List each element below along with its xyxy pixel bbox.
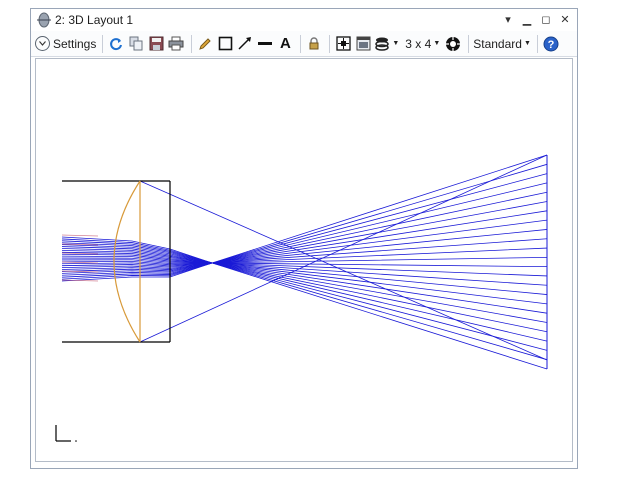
entrance-ray-0 bbox=[61, 234, 99, 237]
ray-path-marginal-bottom bbox=[139, 154, 548, 343]
minimize-icon[interactable]: ▁ bbox=[519, 11, 535, 27]
arrow-icon[interactable] bbox=[236, 35, 254, 53]
toolbar: Settings A ▼ 3 x 4 ▼ Standard ▼ ? bbox=[31, 31, 577, 57]
toolbar-divider bbox=[191, 34, 193, 53]
svg-text:?: ? bbox=[548, 39, 555, 51]
save-icon[interactable] bbox=[147, 35, 165, 53]
view-mode-value: Standard bbox=[473, 36, 522, 51]
toolbar-divider bbox=[468, 34, 470, 53]
optical-layout-drawing bbox=[55, 154, 548, 442]
toolbar-divider bbox=[300, 34, 302, 53]
window-icon[interactable] bbox=[354, 35, 372, 53]
ray-path-23 bbox=[61, 154, 548, 282]
print-icon[interactable] bbox=[167, 35, 185, 53]
view-mode-dropdown[interactable]: Standard ▼ bbox=[473, 33, 531, 55]
layout-grid-value: 3 x 4 bbox=[405, 36, 432, 51]
layout-grid-dropdown[interactable]: 3 x 4 ▼ bbox=[405, 33, 440, 55]
toolbar-divider bbox=[536, 34, 538, 53]
caret-icon: ▼ bbox=[523, 40, 531, 47]
layers-dropdown[interactable]: ▼ bbox=[374, 33, 399, 55]
coordinate-axes-icon bbox=[55, 425, 77, 442]
title-bar: 2: 3D Layout 1 ▾ ▁ ◻ ✕ bbox=[31, 9, 577, 32]
layout-viewport[interactable] bbox=[35, 58, 573, 462]
refresh-icon[interactable] bbox=[107, 35, 125, 53]
ray-fan bbox=[61, 154, 548, 370]
ray-path-marginal-top bbox=[139, 180, 548, 361]
close-icon[interactable]: ✕ bbox=[557, 11, 573, 27]
ray-path-11 bbox=[61, 257, 548, 268]
settings-label: Settings bbox=[53, 36, 97, 51]
text-icon[interactable]: A bbox=[276, 35, 294, 53]
settings-gear-icon[interactable] bbox=[444, 35, 462, 53]
entrance-ray-3 bbox=[61, 261, 99, 264]
chevron-down-icon bbox=[35, 36, 50, 51]
help-icon[interactable]: ? bbox=[542, 35, 560, 53]
layout-window: 2: 3D Layout 1 ▾ ▁ ◻ ✕ Settings A ▼ 3 x … bbox=[30, 8, 578, 469]
chevron-down-icon[interactable]: ▾ bbox=[500, 11, 516, 27]
maximize-icon[interactable]: ◻ bbox=[538, 11, 554, 27]
caret-icon: ▼ bbox=[433, 40, 441, 47]
window-title: 2: 3D Layout 1 bbox=[55, 13, 134, 27]
fit-icon[interactable] bbox=[334, 35, 352, 53]
layers-icon bbox=[375, 37, 390, 51]
entrance-ray-4 bbox=[61, 270, 99, 273]
toolbar-divider bbox=[102, 34, 104, 53]
ray-path-4 bbox=[61, 244, 548, 333]
line-icon[interactable] bbox=[256, 35, 274, 53]
ray-path-17 bbox=[61, 210, 548, 271]
pencil-icon[interactable] bbox=[196, 35, 214, 53]
toolbar-divider bbox=[329, 34, 331, 53]
copy-icon[interactable] bbox=[127, 35, 145, 53]
lens-app-icon bbox=[37, 12, 51, 28]
rectangle-icon[interactable] bbox=[216, 35, 234, 53]
caret-icon: ▼ bbox=[392, 40, 400, 47]
settings-button[interactable]: Settings bbox=[35, 33, 96, 55]
lock-icon[interactable] bbox=[305, 35, 323, 53]
